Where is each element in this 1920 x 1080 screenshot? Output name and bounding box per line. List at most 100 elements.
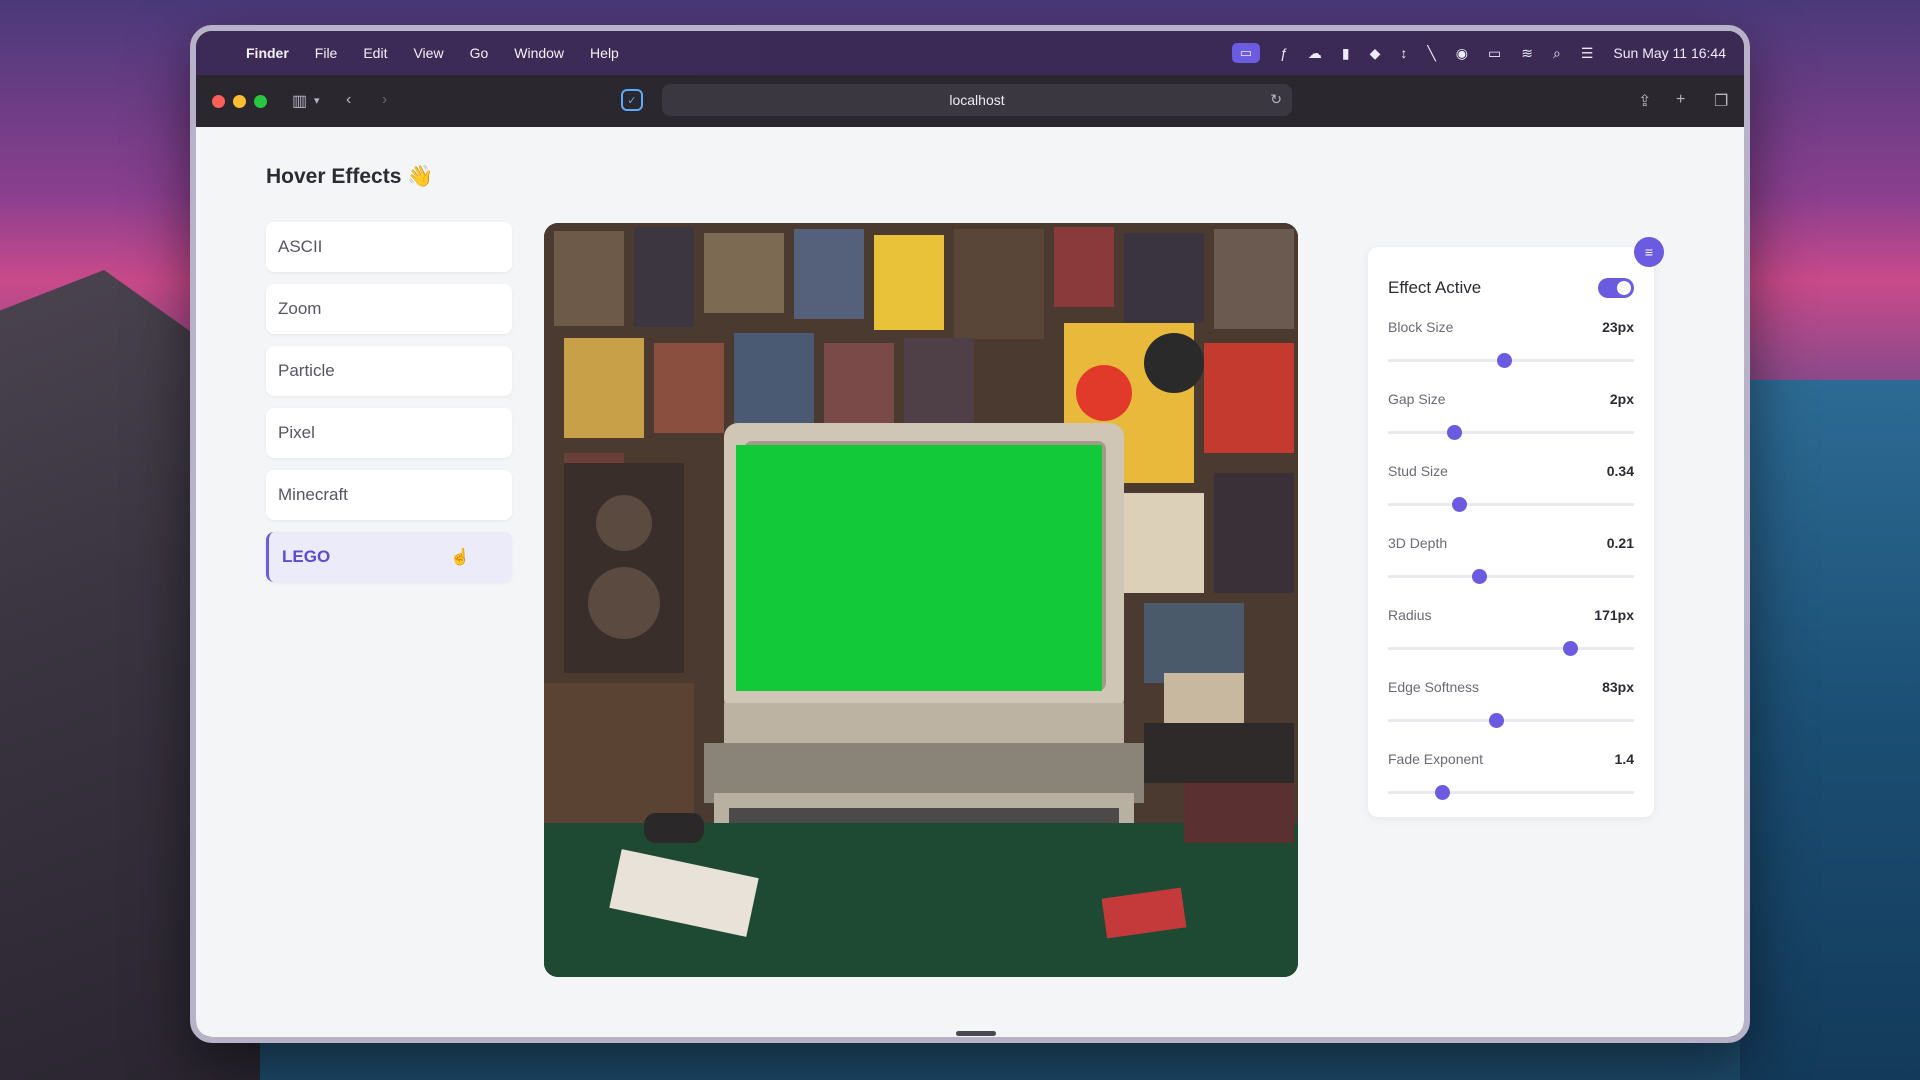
browser-toolbar: ▥ ▾ ‹ › ✓ localhost ↻ ⇪ + ❐ — [196, 75, 1744, 127]
menu-app-name[interactable]: Finder — [246, 45, 289, 61]
effect-item-lego[interactable]: LEGO ☝ — [266, 532, 512, 582]
mouse — [644, 813, 704, 843]
tabs-overview-icon[interactable]: ❐ — [1714, 91, 1728, 111]
slider-label: 3D Depth — [1388, 535, 1448, 551]
effect-label: Particle — [278, 361, 335, 380]
address-bar[interactable]: localhost ↻ — [662, 84, 1292, 116]
url-text: localhost — [949, 92, 1005, 108]
effect-item-zoom[interactable]: Zoom — [266, 284, 512, 334]
slider-thumb[interactable] — [1496, 353, 1512, 368]
font-icon[interactable]: ƒ — [1280, 45, 1288, 61]
slider-value: 1.4 — [1614, 751, 1634, 767]
menu-go[interactable]: Go — [470, 45, 489, 61]
effects-list: ASCII Zoom Particle Pixel Minecraft LEGO… — [266, 222, 512, 594]
menu-file[interactable]: File — [315, 45, 338, 61]
effect-label: ASCII — [278, 237, 323, 256]
effect-label: LEGO — [282, 547, 331, 566]
slider-thumb[interactable] — [1472, 569, 1488, 584]
effect-item-ascii[interactable]: ASCII — [266, 222, 512, 272]
slider-label: Fade Exponent — [1388, 751, 1483, 767]
shield-icon[interactable]: ✓ — [621, 89, 643, 111]
preview-image[interactable] — [544, 223, 1298, 977]
slider-label: Block Size — [1388, 319, 1454, 335]
slider-value: 171px — [1594, 607, 1634, 623]
chevron-down-icon[interactable]: ▾ — [314, 94, 320, 107]
slider-track[interactable] — [1388, 431, 1634, 434]
slider-value: 83px — [1602, 679, 1634, 695]
effect-label: Zoom — [278, 299, 322, 318]
scroll-indicator[interactable] — [956, 1031, 996, 1036]
menu-help[interactable]: Help — [590, 45, 619, 61]
close-button[interactable] — [212, 94, 225, 108]
slider-thumb[interactable] — [1563, 641, 1579, 656]
slider-track[interactable] — [1388, 575, 1634, 578]
slider-value: 0.34 — [1606, 463, 1634, 479]
slider-track[interactable] — [1388, 791, 1634, 794]
effect-label: Pixel — [278, 423, 315, 442]
slider-label: Radius — [1388, 607, 1432, 623]
slider-thumb[interactable] — [1452, 497, 1468, 512]
zoom-button[interactable] — [254, 94, 267, 108]
retro-computer-illustration — [544, 223, 1298, 977]
menu-view[interactable]: View — [413, 45, 443, 61]
slider-thumb[interactable] — [1435, 785, 1451, 800]
slider-value: 23px — [1602, 319, 1634, 335]
slider-thumb[interactable] — [1447, 425, 1463, 440]
browser-window: Finder File Edit View Go Window Help ▭ ƒ… — [190, 25, 1750, 1043]
panel-menu-button[interactable]: ≡ — [1634, 237, 1664, 267]
slider-radius: Radius 171px — [1388, 607, 1634, 663]
slider-value: 2px — [1609, 391, 1634, 407]
slider-3d-depth: 3D Depth 0.21 — [1388, 535, 1634, 591]
slider-edge-softness: Edge Softness 83px — [1388, 679, 1634, 735]
effect-item-pixel[interactable]: Pixel — [266, 408, 512, 458]
window-controls — [212, 94, 267, 108]
shelf — [544, 683, 694, 823]
share-icon[interactable]: ⇪ — [1638, 91, 1651, 111]
effect-settings-panel: ≡ Effect Active Block Size 23px Gap Size 2p… — [1368, 237, 1664, 817]
menu-bar: Finder File Edit View Go Window Help ▭ ƒ… — [196, 31, 1744, 75]
green-screen — [736, 445, 1102, 691]
battery-icon[interactable]: ▭ — [1488, 45, 1501, 62]
new-tab-icon[interactable]: + — [1676, 91, 1685, 109]
search-icon[interactable]: ⌕ — [1553, 45, 1561, 62]
menu-window[interactable]: Window — [514, 45, 564, 61]
wifi-icon[interactable]: ≋ — [1521, 45, 1533, 62]
slider-thumb[interactable] — [1489, 713, 1505, 728]
control-center-icon[interactable]: ☰ — [1581, 45, 1594, 62]
speaker — [564, 463, 684, 673]
effect-item-minecraft[interactable]: Minecraft — [266, 470, 512, 520]
slider-label: Gap Size — [1388, 391, 1446, 407]
slider-stud-size: Stud Size 0.34 — [1388, 463, 1634, 519]
toggle-knob — [1617, 281, 1631, 295]
slider-track[interactable] — [1388, 647, 1634, 650]
effect-active-toggle[interactable] — [1598, 278, 1634, 298]
updown-icon[interactable]: ↕ — [1400, 45, 1407, 61]
diamond-icon[interactable]: ◆ — [1370, 45, 1381, 62]
forward-icon[interactable]: › — [382, 91, 387, 109]
synth — [1184, 783, 1294, 843]
menu-edit[interactable]: Edit — [363, 45, 387, 61]
sidebar-icon[interactable]: ▥ — [292, 91, 307, 111]
pen-icon[interactable]: ╲ — [1427, 45, 1435, 62]
slider-track[interactable] — [1388, 719, 1634, 722]
background-sea — [1740, 380, 1920, 1080]
effect-label: Minecraft — [278, 485, 348, 504]
slider-track[interactable] — [1388, 503, 1634, 506]
slider-block-size: Block Size 23px — [1388, 319, 1634, 375]
slider-fade-exponent: Fade Exponent 1.4 — [1388, 751, 1634, 807]
reload-icon[interactable]: ↻ — [1270, 91, 1282, 108]
datetime[interactable]: Sun May 11 16:44 — [1613, 45, 1726, 61]
hand-cursor-icon: ☝ — [450, 549, 470, 566]
slider-label: Edge Softness — [1388, 679, 1480, 695]
cloud-icon[interactable]: ☁ — [1308, 45, 1322, 62]
user-icon[interactable]: ◉ — [1456, 45, 1468, 62]
page-title: Hover Effects 👋 — [266, 165, 434, 188]
screen-share-icon[interactable]: ▭ — [1231, 43, 1261, 63]
computer — [704, 423, 1144, 883]
chart-icon[interactable]: ▮ — [1342, 45, 1350, 62]
effect-active-label: Effect Active — [1388, 278, 1482, 297]
minimize-button[interactable] — [233, 94, 246, 108]
effect-item-particle[interactable]: Particle — [266, 346, 512, 396]
back-icon[interactable]: ‹ — [346, 91, 351, 109]
status-area: ▭ ƒ ☁ ▮ ◆ ↕ ╲ ◉ ▭ ≋ ⌕ ☰ Sun May 11 16:44 — [1231, 31, 1726, 75]
